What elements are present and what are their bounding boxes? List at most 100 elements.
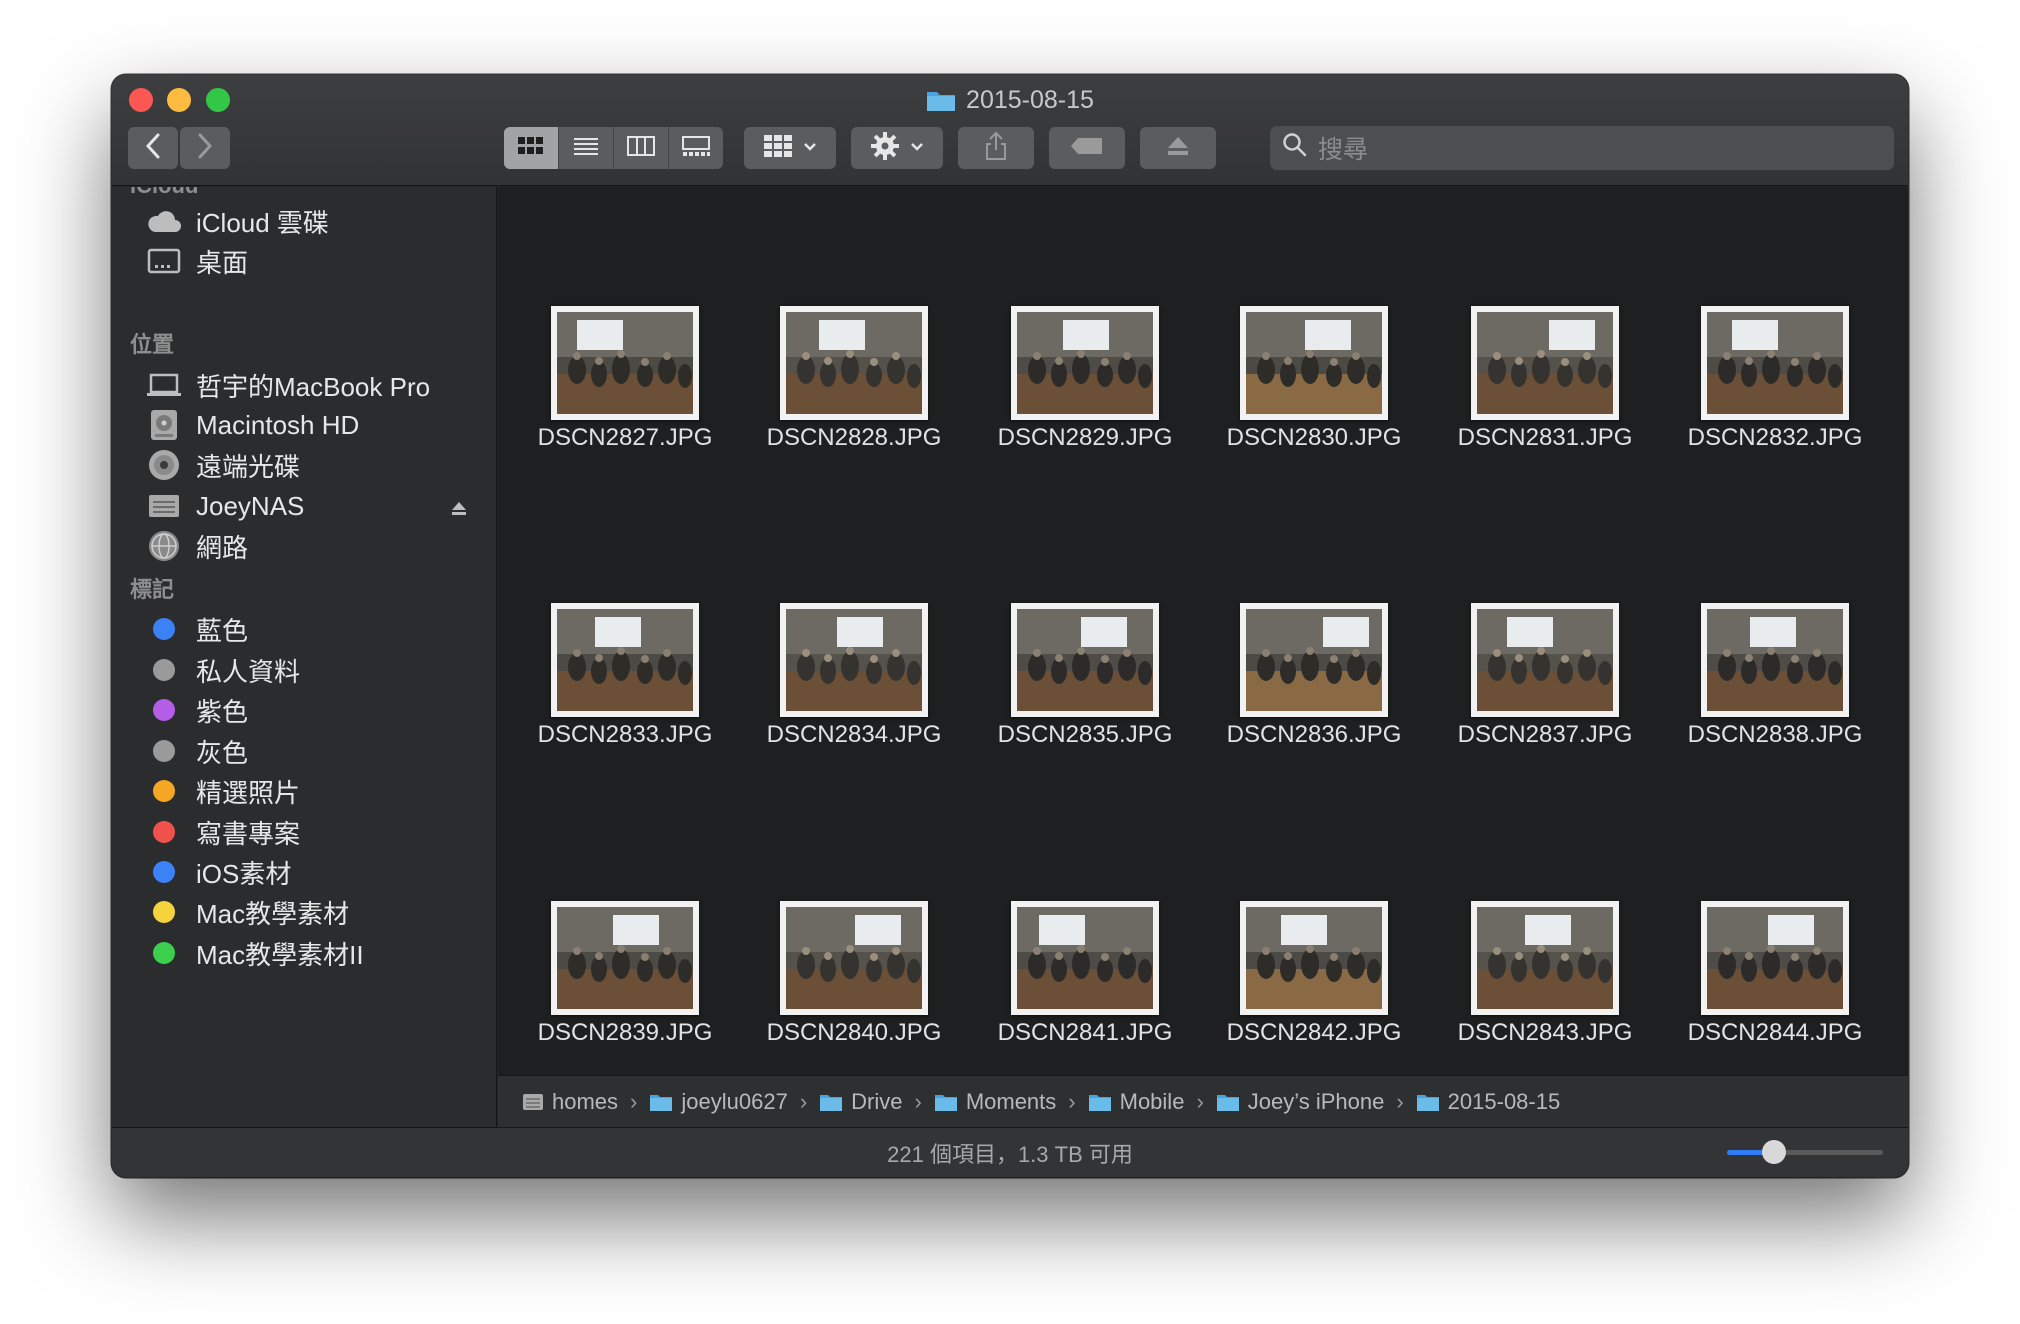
photo-thumbnail xyxy=(1471,901,1619,1015)
sidebar-tag-purple[interactable]: 紫色 xyxy=(146,688,476,732)
file-name: DSCN2835.JPG xyxy=(997,721,1173,748)
column-view-icon xyxy=(626,135,656,162)
sidebar-tag-mac-teaching-ii[interactable]: Mac教學素材II xyxy=(146,931,476,975)
path-segment[interactable]: homes xyxy=(522,1089,618,1115)
column-view-button[interactable] xyxy=(614,127,669,169)
tag-dot-icon xyxy=(146,773,182,809)
file-name: DSCN2843.JPG xyxy=(1457,1019,1633,1046)
path-segment[interactable]: Joey’s iPhone xyxy=(1216,1088,1385,1115)
photo-thumbnail xyxy=(1701,603,1849,717)
sidebar-header-tags: 標記 xyxy=(130,577,175,602)
chevron-right-icon: › xyxy=(799,1088,808,1114)
sidebar-item-network[interactable]: 網路 xyxy=(146,524,476,568)
photo-thumbnail xyxy=(551,901,699,1015)
sidebar-item-joeynas[interactable]: JoeyNAS xyxy=(146,484,476,528)
file-name: DSCN2841.JPG xyxy=(997,1019,1173,1046)
file-name: DSCN2832.JPG xyxy=(1687,424,1863,451)
path-segment[interactable]: Moments xyxy=(934,1089,1056,1115)
cloud-icon xyxy=(146,203,182,239)
path-segment-label: 2015-08-15 xyxy=(1447,1088,1561,1114)
search-field[interactable]: 搜尋 xyxy=(1270,126,1894,170)
file-name: DSCN2834.JPG xyxy=(766,721,942,748)
folder-icon xyxy=(819,1092,843,1112)
tag-dot-icon xyxy=(146,935,182,971)
tag-icon xyxy=(1069,136,1105,161)
sidebar-tag-private[interactable]: 私人資料 xyxy=(146,648,476,692)
folder-icon xyxy=(649,1092,673,1112)
path-segment-label: Joey’s iPhone xyxy=(1247,1088,1385,1114)
file-name: DSCN2827.JPG xyxy=(537,424,713,451)
chevron-right-icon: › xyxy=(914,1088,922,1114)
folder-icon xyxy=(926,87,956,121)
sidebar-header-icloud: iCloud xyxy=(130,187,198,199)
file-name: DSCN2829.JPG xyxy=(997,424,1173,451)
photo-thumbnail xyxy=(1240,603,1388,717)
photo-thumbnail xyxy=(1011,603,1159,717)
path-segment[interactable]: joeylu0627 xyxy=(649,1088,788,1115)
search-placeholder: 搜尋 xyxy=(1318,136,1369,164)
path-segment-label: Moments xyxy=(965,1088,1057,1114)
hard-drive-icon xyxy=(146,407,182,443)
sidebar-item-remote-disc[interactable]: 遠端光碟 xyxy=(146,443,476,487)
file-name: DSCN2838.JPG xyxy=(1687,721,1863,748)
search-icon xyxy=(1270,132,1318,165)
path-bar: homes › joeylu0627 › Drive › Moments › Mobile › Jo… xyxy=(498,1075,1908,1127)
file-name: DSCN2837.JPG xyxy=(1457,721,1633,748)
gallery-view-button[interactable] xyxy=(669,127,723,169)
slider-knob[interactable] xyxy=(1761,1140,1786,1164)
photo-thumbnail xyxy=(1240,901,1388,1015)
sidebar-tag-book-project[interactable]: 寫書專案 xyxy=(146,810,476,854)
gear-icon xyxy=(870,131,900,166)
action-button[interactable] xyxy=(851,127,943,169)
folder-icon xyxy=(1416,1092,1440,1112)
sidebar-tag-mac-teaching[interactable]: Mac教學素材 xyxy=(146,890,476,934)
path-segment-label: Drive xyxy=(851,1088,903,1114)
sidebar-tag-gray[interactable]: 灰色 xyxy=(146,729,476,773)
photo-thumbnail xyxy=(1701,306,1849,420)
sidebar-item-macintosh-hd[interactable]: Macintosh HD xyxy=(146,403,476,447)
server-icon xyxy=(522,1091,544,1113)
icon-view-button[interactable] xyxy=(504,127,559,169)
icon-size-slider[interactable] xyxy=(1727,1140,1883,1164)
path-segment[interactable]: Drive xyxy=(819,1089,902,1115)
sidebar-tag-featured-photos[interactable]: 精選照片 xyxy=(146,769,476,813)
file-name: DSCN2828.JPG xyxy=(766,424,942,451)
back-button[interactable] xyxy=(128,127,178,169)
tag-button[interactable] xyxy=(1049,127,1125,169)
sidebar: iCloud iCloud 雲碟 桌面 位置 哲宇的MacBook Pro Ma… xyxy=(112,187,497,1127)
icon-view-icon xyxy=(517,135,545,162)
chevron-right-icon: › xyxy=(1396,1088,1404,1114)
sidebar-item-macbook-pro[interactable]: 哲宇的MacBook Pro xyxy=(146,363,476,407)
photo-thumbnail xyxy=(1701,901,1849,1015)
file-name: DSCN2836.JPG xyxy=(1226,721,1402,748)
path-segment-label: joeylu0627 xyxy=(681,1088,788,1114)
photo-thumbnail xyxy=(1471,603,1619,717)
finder-window: 2015-08-15 搜尋 iCloud 雲碟 桌面 位置 哲宇的MacBook… xyxy=(112,75,1908,1177)
file-name: DSCN2840.JPG xyxy=(766,1019,942,1046)
group-by-button[interactable] xyxy=(744,127,836,169)
path-segment[interactable]: 2015-08-15 xyxy=(1416,1088,1561,1115)
tag-dot-icon xyxy=(146,733,182,769)
eject-button[interactable] xyxy=(1140,127,1216,169)
path-segment-label: homes xyxy=(552,1088,619,1114)
disc-icon xyxy=(146,447,182,483)
eject-icon[interactable] xyxy=(450,494,468,525)
chevron-down-icon xyxy=(803,139,817,157)
file-name: DSCN2842.JPG xyxy=(1226,1019,1402,1046)
sidebar-item-icloud-drive[interactable]: iCloud 雲碟 xyxy=(146,199,476,243)
tag-dot-icon xyxy=(146,652,182,688)
chevron-left-icon xyxy=(145,133,161,164)
toolbar: 2015-08-15 搜尋 xyxy=(112,75,1908,186)
tag-dot-icon xyxy=(146,814,182,850)
photo-thumbnail xyxy=(780,306,928,420)
sidebar-item-desktop[interactable]: 桌面 xyxy=(146,239,476,283)
sidebar-tag-ios[interactable]: iOS素材 xyxy=(146,850,476,894)
file-name: DSCN2833.JPG xyxy=(537,721,713,748)
eject-icon xyxy=(1166,135,1190,162)
list-view-button[interactable] xyxy=(559,127,614,169)
share-button[interactable] xyxy=(958,127,1034,169)
path-segment[interactable]: Mobile xyxy=(1088,1089,1184,1115)
forward-button[interactable] xyxy=(180,127,230,169)
sidebar-tag-blue[interactable]: 藍色 xyxy=(146,607,476,651)
network-icon xyxy=(146,528,182,564)
